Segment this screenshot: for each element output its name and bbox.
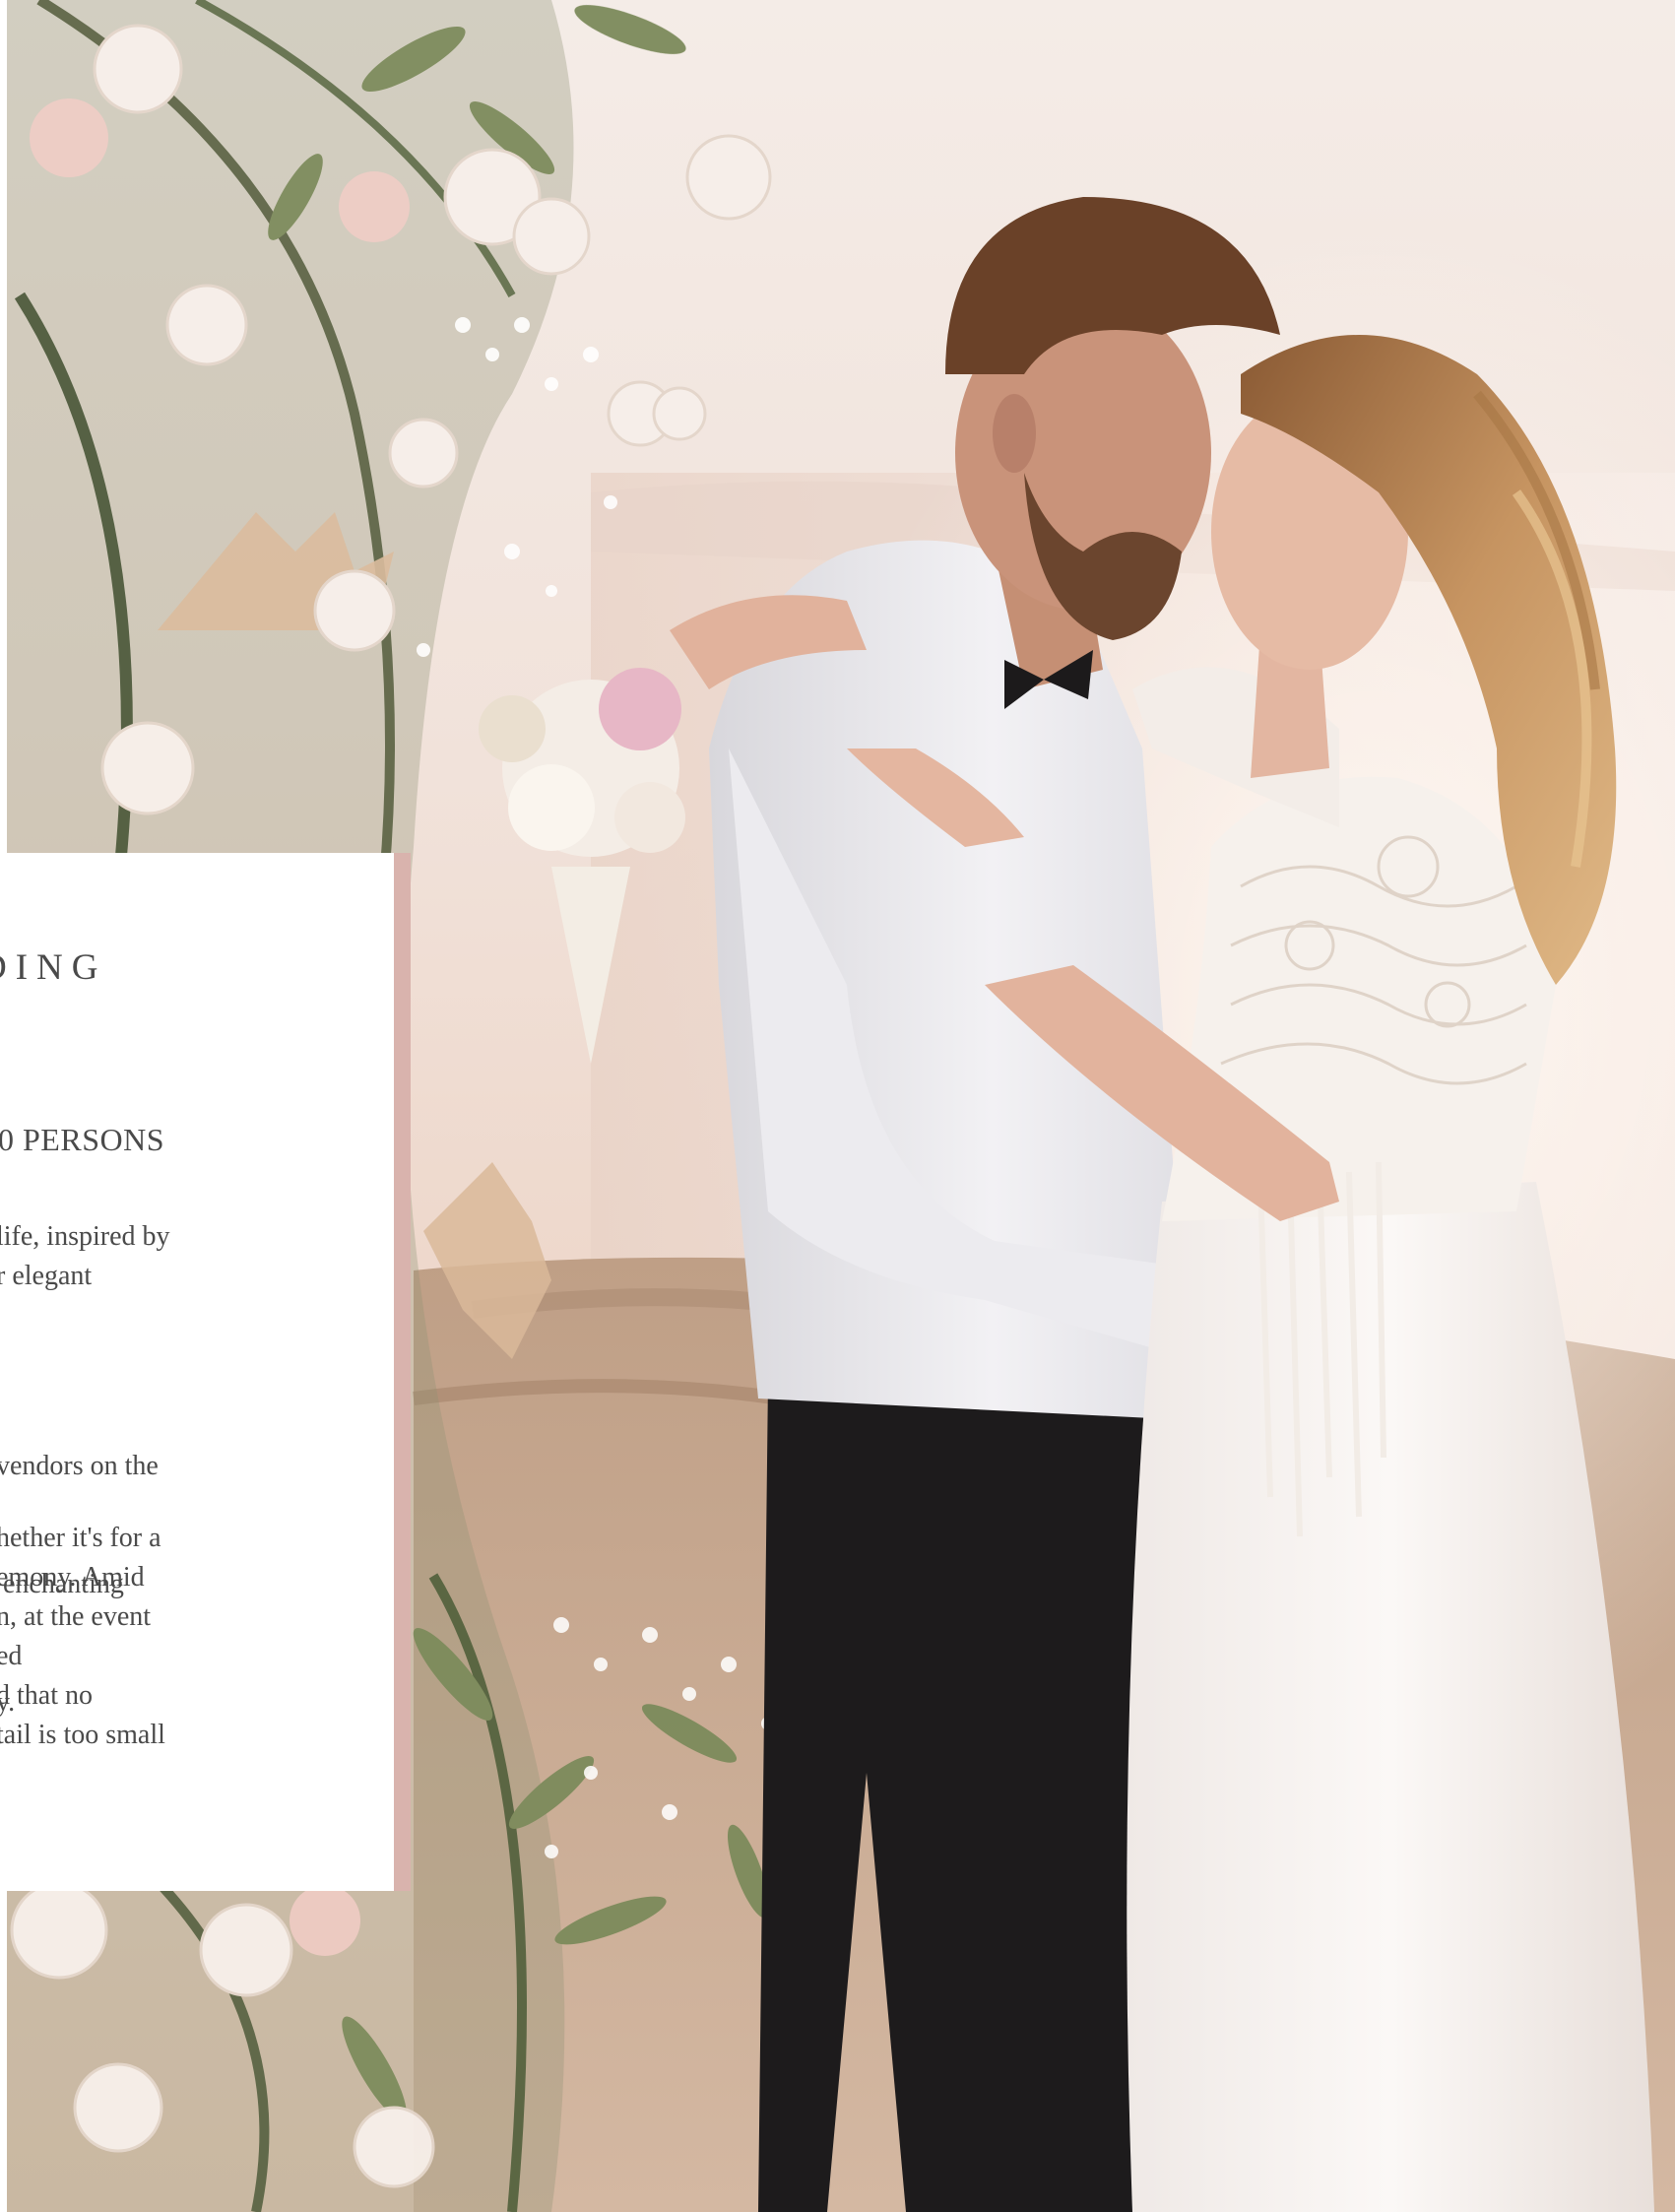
card-paragraph-3: hether it's for a emony. Amid n, at the … (0, 1519, 169, 1755)
paragraph-line: emony. Amid (0, 1562, 145, 1593)
paragraph-line: r elegant (0, 1261, 93, 1291)
paragraph-line: hether it's for a (0, 1523, 161, 1553)
paragraph-line: life, inspired by (0, 1221, 170, 1252)
info-card: DING 0 PERSONS life, inspired by r elega… (0, 853, 394, 1891)
paragraph-line: n, at the event (0, 1601, 152, 1632)
paragraph-line: tail is too small (0, 1720, 165, 1750)
card-heading: DING (0, 947, 107, 988)
brochure-page: DING 0 PERSONS life, inspired by r elega… (0, 0, 1675, 2212)
paragraph-line: ed (0, 1641, 23, 1671)
card-accent-strip (394, 853, 411, 1891)
card-capacity: 0 PERSONS (0, 1122, 164, 1157)
card-paragraph-1: life, inspired by r elegant (0, 1217, 174, 1296)
paragraph-line: vendors on the (0, 1451, 159, 1481)
paragraph-line: d that no (0, 1680, 93, 1711)
